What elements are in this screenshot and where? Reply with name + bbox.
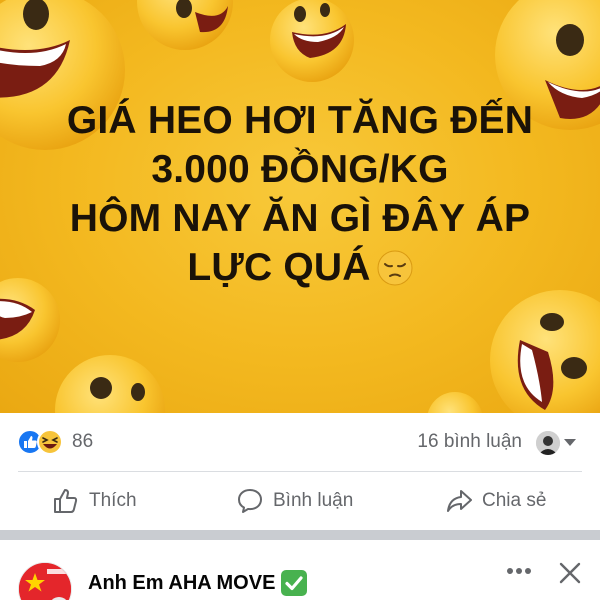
check-mark-icon bbox=[281, 570, 308, 596]
share-arrow-icon bbox=[447, 490, 472, 512]
pensive-face-icon bbox=[377, 250, 413, 286]
reaction-icons[interactable] bbox=[17, 428, 67, 456]
post-headline: GIÁ HEO HƠI TĂNG ĐẾN 3.000 ĐỒNG/KG HÔM N… bbox=[0, 96, 600, 292]
like-button[interactable]: Thích bbox=[52, 485, 137, 517]
headline-line-3: HÔM NAY ĂN GÌ ĐÂY ÁP bbox=[69, 197, 531, 240]
page-name-text: Anh Em AHA MOVE bbox=[88, 571, 276, 594]
divider bbox=[18, 471, 582, 472]
page-name[interactable]: Anh Em AHA MOVE bbox=[88, 570, 308, 596]
share-label: Chia sẻ bbox=[482, 490, 547, 511]
comment-label: Bình luận bbox=[273, 490, 354, 511]
headline-line-4-text: LỰC QUÁ bbox=[187, 246, 371, 289]
share-button[interactable]: Chia sẻ bbox=[445, 485, 546, 517]
comment-bubble-icon bbox=[238, 489, 262, 513]
caret-down-icon[interactable] bbox=[563, 438, 577, 448]
reaction-count[interactable]: 86 bbox=[72, 431, 93, 453]
haha-reaction-icon bbox=[37, 429, 63, 455]
comment-button[interactable]: Bình luận bbox=[236, 485, 353, 517]
feed-separator bbox=[0, 530, 600, 540]
post-image[interactable]: GIÁ HEO HƠI TĂNG ĐẾN 3.000 ĐỒNG/KG HÔM N… bbox=[0, 0, 600, 413]
headline-line-1: GIÁ HEO HƠI TĂNG ĐẾN bbox=[66, 99, 534, 142]
thumbs-up-icon bbox=[54, 489, 78, 513]
headline-line-2: 3.000 ĐỒNG/KG bbox=[151, 148, 449, 191]
headline-line-4: LỰC QUÁ bbox=[0, 243, 600, 292]
comment-count[interactable]: 16 bình luận bbox=[417, 431, 522, 453]
reactor-avatar[interactable] bbox=[536, 431, 560, 455]
more-options-icon[interactable] bbox=[506, 566, 532, 576]
avatar-image bbox=[536, 431, 560, 455]
close-icon[interactable] bbox=[558, 561, 582, 585]
like-label: Thích bbox=[89, 490, 137, 511]
